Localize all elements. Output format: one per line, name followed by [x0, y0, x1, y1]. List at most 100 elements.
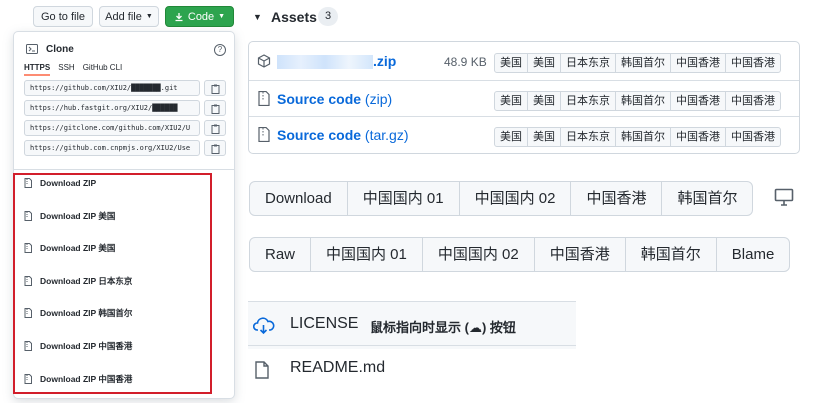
asset-link[interactable]: Source code (zip): [277, 91, 392, 107]
mirror-button[interactable]: 日本东京: [560, 53, 616, 73]
copy-button[interactable]: [204, 140, 226, 156]
asset-ext: .zip: [373, 53, 397, 69]
question-icon[interactable]: ?: [214, 44, 226, 56]
download-zip-item[interactable]: Download ZIP: [24, 178, 96, 188]
copy-button[interactable]: [204, 120, 226, 136]
mirror-button[interactable]: 日本东京: [560, 91, 616, 111]
file-zip-icon: [24, 211, 32, 221]
download-zip-item[interactable]: Download ZIP 日本东京: [24, 275, 132, 287]
blame-button[interactable]: Blame: [715, 237, 791, 272]
clipboard-icon: [211, 124, 220, 134]
download-zip-item[interactable]: Download ZIP 美国: [24, 242, 115, 254]
tab-ssh[interactable]: SSH: [58, 63, 74, 76]
asset-link[interactable]: .zip: [277, 53, 397, 70]
file-zip-icon: [24, 374, 32, 384]
file-row-readme[interactable]: README.md: [248, 345, 576, 393]
mirror-cn-02-button[interactable]: 中国国内 02: [458, 181, 572, 216]
download-zip-label: Download ZIP: [40, 178, 97, 188]
mirror-hk-button[interactable]: 中国香港: [570, 181, 663, 216]
download-button-group: Download 中国国内 01 中国国内 02 中国香港 韩国首尔: [249, 181, 754, 216]
package-icon: [257, 54, 271, 68]
mirror-button[interactable]: 中国香港: [670, 127, 726, 147]
mirror-button[interactable]: 韩国首尔: [615, 53, 671, 73]
download-button[interactable]: Download: [249, 181, 348, 216]
download-icon: [175, 12, 183, 21]
raw-button[interactable]: Raw: [249, 237, 312, 272]
copy-button[interactable]: [204, 80, 226, 96]
mirror-button[interactable]: 美国: [494, 91, 528, 111]
cloud-download-icon[interactable]: [253, 317, 275, 335]
code-label: Code: [187, 10, 215, 23]
mirror-button[interactable]: 美国: [494, 53, 528, 73]
download-zip-label: Download ZIP 美国: [40, 243, 116, 253]
file-row-license[interactable]: LICENSE 鼠标指向时显示 (☁) 按钮: [248, 301, 576, 349]
download-zip-item[interactable]: Download ZIP 韩国首尔: [24, 307, 132, 319]
divider: [14, 169, 234, 170]
asset-ext: (zip): [364, 91, 393, 107]
go-to-file-label: Go to file: [40, 10, 86, 23]
go-to-file-button[interactable]: Go to file: [33, 6, 93, 27]
file-name[interactable]: LICENSE: [290, 315, 358, 333]
file-zip-icon: [24, 276, 32, 286]
file-icon: [255, 361, 269, 379]
download-zip-label: Download ZIP 中国香港: [40, 374, 133, 384]
clone-url-input[interactable]: https://gitclone.com/github.com/XIU2/U: [24, 120, 200, 136]
download-zip-item[interactable]: Download ZIP 美国: [24, 210, 115, 222]
mirror-buttons: 美国 美国 日本东京 韩国首尔 中国香港 中国香港: [494, 127, 781, 147]
file-name[interactable]: README.md: [290, 359, 385, 377]
asset-name-text: Source code: [277, 127, 362, 143]
asset-row: Source code (tar.gz) 美国 美国 日本东京 韩国首尔 中国香…: [249, 116, 799, 153]
mirror-button[interactable]: 美国: [527, 127, 561, 147]
mirror-button[interactable]: 日本东京: [560, 127, 616, 147]
clipboard-icon: [211, 84, 220, 94]
clone-tabs: HTTPS SSH GitHub CLI: [24, 63, 122, 76]
mirror-kr-button[interactable]: 韩国首尔: [624, 237, 717, 272]
assets-list: .zip 48.9 KB 美国 美国 日本东京 韩国首尔 中国香港 中国香港 S…: [248, 41, 800, 154]
clone-url-input[interactable]: https://github.com.cnpmjs.org/XIU2/Use: [24, 140, 200, 156]
mirror-cn-01-button[interactable]: 中国国内 01: [346, 181, 460, 216]
raw-button-group: Raw 中国国内 01 中国国内 02 中国香港 韩国首尔 Blame: [249, 237, 791, 272]
asset-size: 48.9 KB: [444, 55, 487, 69]
redacted-name: [277, 55, 373, 70]
mirror-button[interactable]: 美国: [494, 127, 528, 147]
clone-url-input[interactable]: https://github.com/XIU2/███████.git: [24, 80, 200, 96]
file-zip-icon: [24, 341, 32, 351]
clone-url-row: https://github.com/XIU2/███████.git: [24, 80, 236, 96]
mirror-button[interactable]: 美国: [527, 91, 561, 111]
mirror-button[interactable]: 韩国首尔: [615, 127, 671, 147]
mirror-kr-button[interactable]: 韩国首尔: [661, 181, 754, 216]
mirror-button[interactable]: 中国香港: [725, 91, 781, 111]
download-zip-label: Download ZIP 日本东京: [40, 276, 133, 286]
clone-title: Clone: [46, 44, 74, 55]
add-file-button[interactable]: Add file ▼: [99, 6, 159, 27]
download-zip-label: Download ZIP 韩国首尔: [40, 308, 133, 318]
desktop-icon[interactable]: [774, 187, 794, 207]
code-button[interactable]: Code ▼: [165, 6, 234, 27]
mirror-button[interactable]: 中国香港: [725, 53, 781, 73]
hover-hint-text: 鼠标指向时显示 (☁) 按钮: [370, 320, 516, 335]
mirror-button[interactable]: 韩国首尔: [615, 91, 671, 111]
copy-button[interactable]: [204, 100, 226, 116]
clone-url-row: https://gitclone.com/github.com/XIU2/U: [24, 120, 236, 136]
mirror-cn-02-button[interactable]: 中国国内 02: [421, 237, 535, 272]
file-zip-icon: [258, 127, 270, 142]
asset-ext: (tar.gz): [364, 127, 409, 143]
mirror-buttons: 美国 美国 日本东京 韩国首尔 中国香港 中国香港: [494, 53, 781, 73]
mirror-hk-button[interactable]: 中国香港: [533, 237, 626, 272]
mirror-cn-01-button[interactable]: 中国国内 01: [310, 237, 423, 272]
assets-title: Assets: [271, 9, 317, 25]
mirror-button[interactable]: 美国: [527, 53, 561, 73]
asset-link[interactable]: Source code (tar.gz): [277, 127, 409, 143]
mirror-button[interactable]: 中国香港: [725, 127, 781, 147]
clone-url-input[interactable]: https://hub.fastgit.org/XIU2/██████: [24, 100, 200, 116]
triangle-down-icon[interactable]: ▼: [253, 12, 262, 22]
mirror-button[interactable]: 中国香港: [670, 53, 726, 73]
download-zip-item[interactable]: Download ZIP 中国香港: [24, 373, 132, 385]
tab-github-cli[interactable]: GitHub CLI: [83, 63, 123, 76]
download-zip-label: Download ZIP 中国香港: [40, 341, 133, 351]
file-zip-icon: [24, 308, 32, 318]
mirror-buttons: 美国 美国 日本东京 韩国首尔 中国香港 中国香港: [494, 91, 781, 111]
download-zip-item[interactable]: Download ZIP 中国香港: [24, 340, 132, 352]
tab-https[interactable]: HTTPS: [24, 63, 51, 76]
mirror-button[interactable]: 中国香港: [670, 91, 726, 111]
